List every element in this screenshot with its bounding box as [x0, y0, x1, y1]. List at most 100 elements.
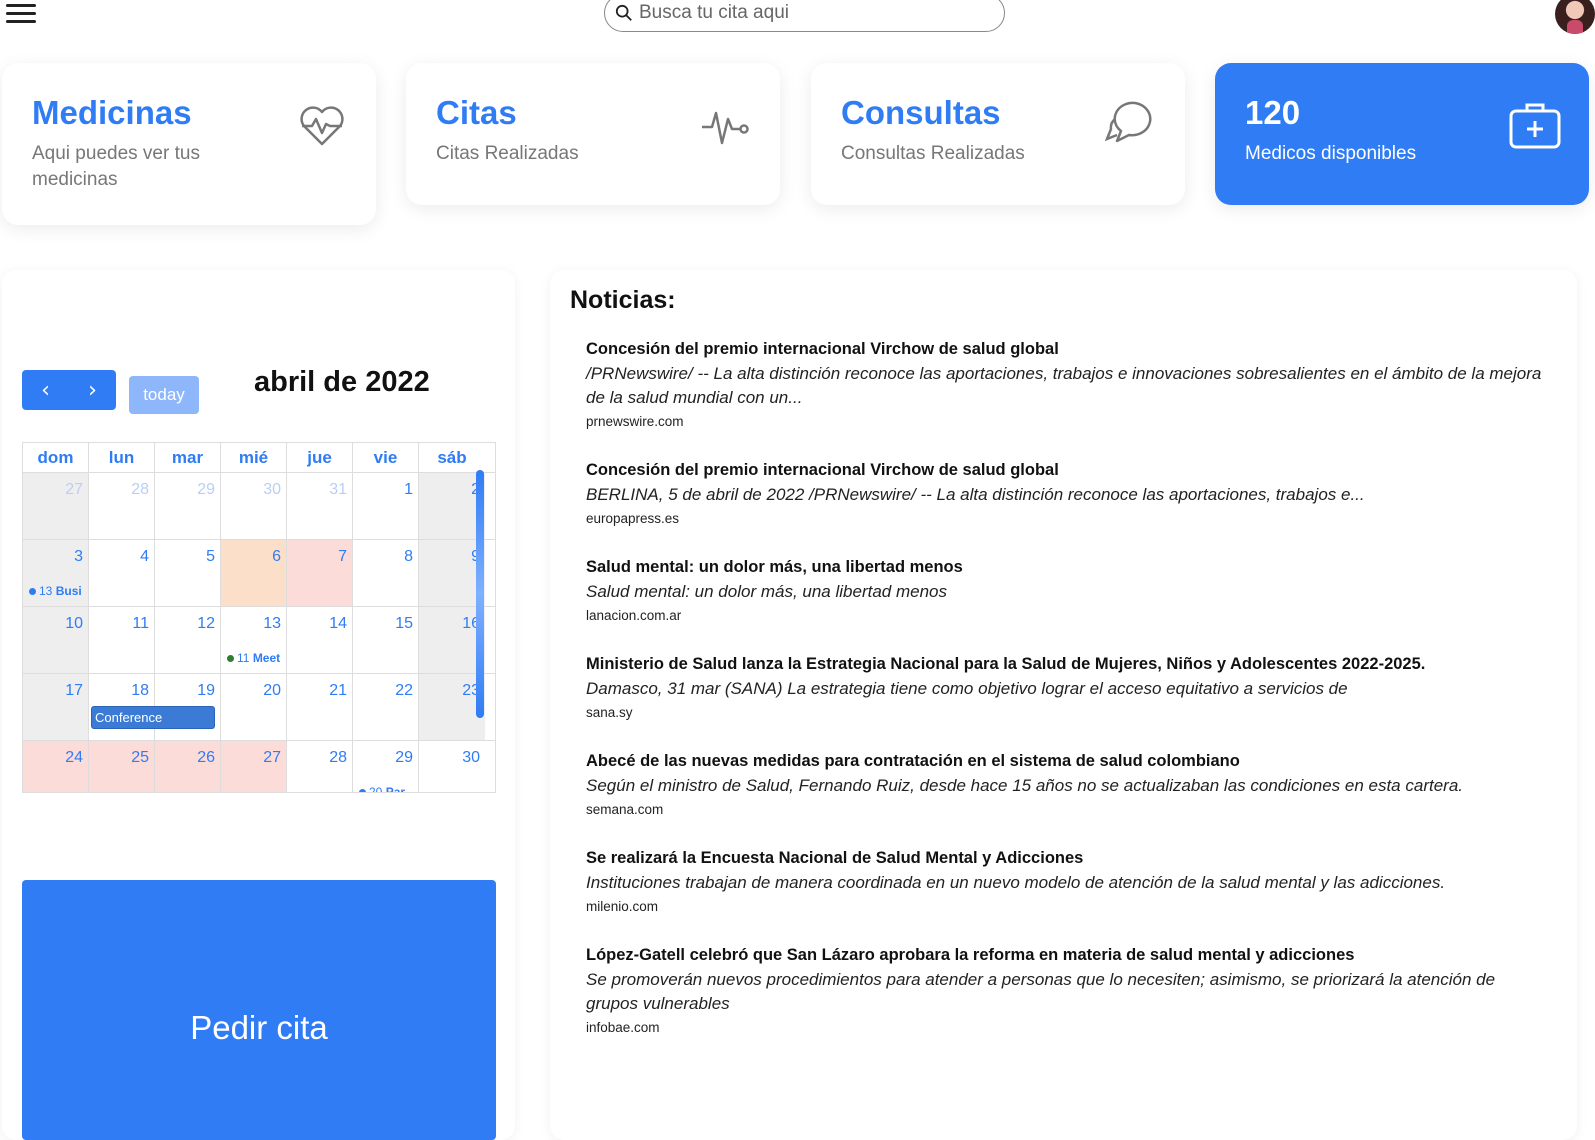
news-item[interactable]: Ministerio de Salud lanza la Estrategia … — [586, 653, 1546, 720]
news-source: infobae.com — [586, 1020, 660, 1035]
news-title[interactable]: Concesión del premio internacional Virch… — [586, 459, 1546, 481]
event-title: Par — [385, 785, 406, 793]
card-medicinas[interactable]: Medicinas Aqui puedes ver tus medicinas — [2, 63, 376, 225]
day-cell[interactable]: 29 20 Par — [353, 741, 419, 793]
day-cell[interactable]: 15 — [353, 607, 419, 673]
day-number: 14 — [329, 615, 347, 632]
day-cell[interactable]: 4 — [89, 540, 155, 606]
day-number: 12 — [197, 615, 215, 632]
calendar-title: abril de 2022 — [254, 366, 430, 398]
day-number: 1 — [404, 481, 413, 498]
day-number: 7 — [338, 548, 347, 565]
search-input[interactable] — [639, 0, 989, 26]
calendar-event[interactable]: 11 Meet — [227, 651, 280, 665]
day-cell[interactable]: 14 — [287, 607, 353, 673]
event-time: 11 — [237, 651, 250, 665]
day-cell[interactable]: 25 — [89, 741, 155, 792]
day-number: 10 — [65, 615, 83, 632]
news-source: prnewswire.com — [586, 414, 684, 429]
day-cell[interactable]: 21 — [287, 674, 353, 740]
day-number: 4 — [140, 548, 149, 565]
day-cell[interactable]: 28 — [287, 741, 353, 792]
card-subtitle: Medicos disponibles — [1245, 143, 1417, 164]
weekday-label: vie — [353, 443, 419, 472]
news-title[interactable]: Se realizará la Encuesta Nacional de Sal… — [586, 847, 1546, 869]
day-number: 3 — [74, 548, 83, 565]
day-number: 28 — [131, 481, 149, 498]
menu-icon[interactable] — [6, 4, 38, 24]
day-number: 30 — [263, 481, 281, 498]
day-number: 29 — [197, 481, 215, 498]
day-cell[interactable]: 7 — [287, 540, 353, 606]
news-list: Concesión del premio internacional Virch… — [586, 338, 1546, 1065]
day-cell[interactable]: 28 — [89, 473, 155, 539]
today-button[interactable]: today — [129, 376, 199, 414]
day-number: 8 — [404, 548, 413, 565]
day-cell[interactable]: 27 — [23, 473, 89, 539]
day-cell[interactable]: 20 — [221, 674, 287, 740]
day-cell[interactable]: 31 — [287, 473, 353, 539]
calendar-event[interactable]: 13 Busi — [29, 584, 82, 598]
news-description: Se promoverán nuevos procedimientos para… — [586, 970, 1496, 1013]
news-item[interactable]: Abecé de las nuevas medidas para contrat… — [586, 750, 1546, 817]
news-title[interactable]: Concesión del premio internacional Virch… — [586, 338, 1546, 360]
news-item[interactable]: Concesión del premio internacional Virch… — [586, 459, 1546, 526]
day-number: 28 — [329, 749, 347, 766]
weekday-label: sáb — [437, 448, 467, 467]
day-cell[interactable]: 1 — [353, 473, 419, 539]
news-item[interactable]: Se realizará la Encuesta Nacional de Sal… — [586, 847, 1546, 914]
weekday-label: dom — [23, 443, 89, 472]
day-cell[interactable]: 12 — [155, 607, 221, 673]
day-cell[interactable]: 11 — [89, 607, 155, 673]
news-source: milenio.com — [586, 899, 659, 914]
day-cell[interactable]: 24 — [23, 741, 89, 792]
prev-month-button[interactable]: ‹ — [22, 370, 69, 410]
day-number: 29 — [395, 749, 413, 766]
day-number: 13 — [263, 615, 281, 632]
weekday-label: mié — [221, 443, 287, 472]
news-heading: Noticias: — [570, 286, 676, 314]
card-consultas[interactable]: Consultas Consultas Realizadas — [811, 63, 1185, 205]
event-title: Meet — [252, 651, 281, 665]
calendar-grid: dom lun mar mié jue vie sáb 27 28 29 30 … — [22, 442, 496, 793]
card-subtitle: Consultas Realizadas — [841, 143, 1025, 164]
day-cell[interactable]: 22 — [353, 674, 419, 740]
day-cell[interactable]: 30 — [419, 741, 485, 792]
day-cell[interactable]: 5 — [155, 540, 221, 606]
search-icon — [615, 4, 632, 21]
calendar-week: 27 28 29 30 31 1 2 — [23, 473, 495, 540]
card-citas[interactable]: Citas Citas Realizadas — [406, 63, 780, 205]
calendar-event-bar[interactable]: Conference — [91, 706, 215, 729]
avatar[interactable] — [1555, 0, 1595, 34]
pedir-cita-button[interactable]: Pedir cita — [22, 880, 496, 1140]
news-item[interactable]: López-Gatell celebró que San Lázaro apro… — [586, 944, 1546, 1035]
day-number: 20 — [263, 682, 281, 699]
calendar-scrollbar[interactable] — [476, 470, 484, 718]
day-cell-today[interactable]: 6 — [221, 540, 287, 606]
day-cell[interactable]: 27 — [221, 741, 287, 792]
news-title[interactable]: Abecé de las nuevas medidas para contrat… — [586, 750, 1546, 772]
card-medicos[interactable]: 120 Medicos disponibles — [1215, 63, 1589, 205]
next-month-button[interactable]: › — [69, 370, 116, 410]
day-cell[interactable]: 8 — [353, 540, 419, 606]
day-cell[interactable]: 29 — [155, 473, 221, 539]
day-cell[interactable]: 10 — [23, 607, 89, 673]
news-title[interactable]: López-Gatell celebró que San Lázaro apro… — [586, 944, 1546, 966]
chat-icon — [1104, 101, 1152, 143]
day-cell[interactable]: 17 — [23, 674, 89, 740]
day-number: 15 — [395, 615, 413, 632]
news-description: Instituciones trabajan de manera coordin… — [586, 873, 1446, 892]
day-cell[interactable]: 26 — [155, 741, 221, 792]
day-cell[interactable]: 13 11 Meet — [221, 607, 287, 673]
news-title[interactable]: Salud mental: un dolor más, una libertad… — [586, 556, 1546, 578]
medical-kit-icon — [1509, 103, 1561, 149]
day-cell[interactable]: 30 — [221, 473, 287, 539]
event-time: 20 — [369, 785, 383, 793]
news-title[interactable]: Ministerio de Salud lanza la Estrategia … — [586, 653, 1546, 675]
day-cell[interactable]: 3 13 Busi — [23, 540, 89, 606]
calendar-event[interactable]: 20 Par — [359, 785, 406, 793]
day-number: 17 — [65, 682, 83, 699]
news-item[interactable]: Concesión del premio internacional Virch… — [586, 338, 1546, 429]
search-box[interactable] — [604, 0, 1005, 32]
news-item[interactable]: Salud mental: un dolor más, una libertad… — [586, 556, 1546, 623]
